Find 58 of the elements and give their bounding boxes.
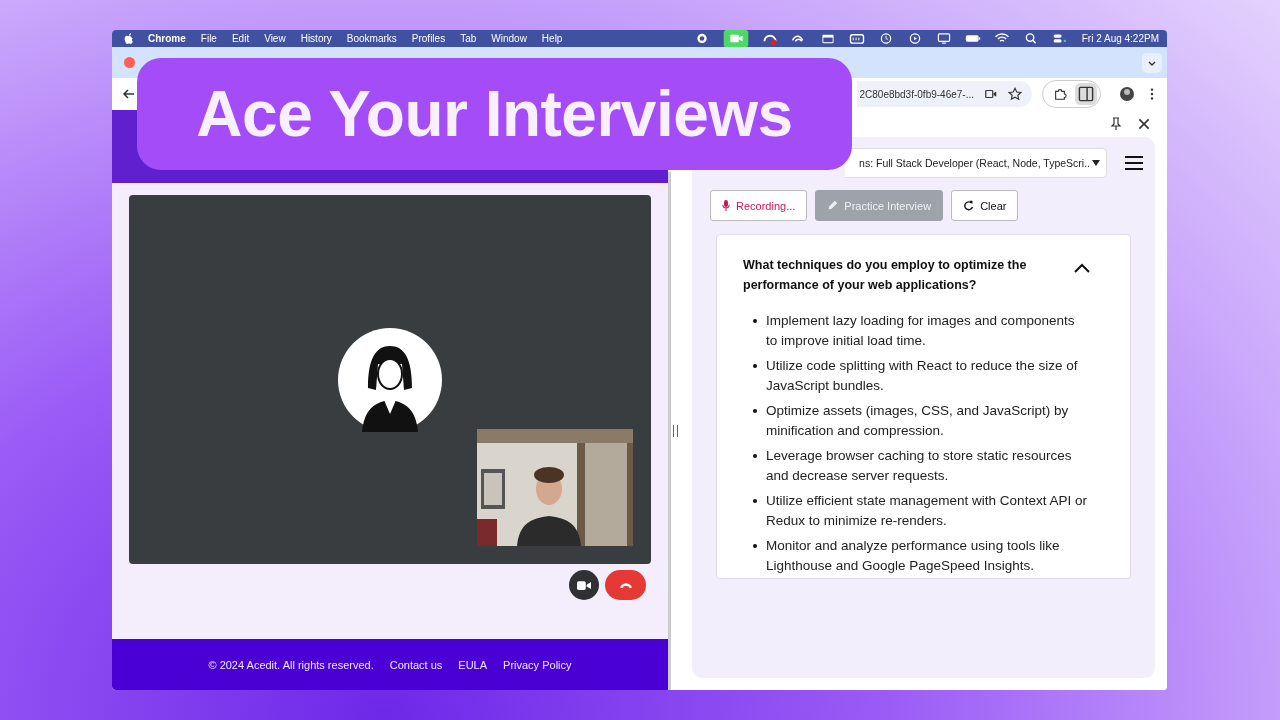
answer-text: Monitor and analyze performance using tools like Lighthouse and Google PageSpeed Insights. [766, 537, 1061, 575]
footer-link[interactable]: Contact us [389, 658, 443, 671]
display-icon[interactable] [935, 32, 952, 45]
window-icon[interactable] [819, 32, 836, 45]
close-icon[interactable] [1137, 116, 1151, 131]
apple-icon[interactable] [124, 32, 134, 45]
microphone-icon [722, 200, 730, 211]
menu-item[interactable]: View [264, 33, 286, 44]
menu-item[interactable]: Tab [460, 33, 477, 44]
puzzle-icon[interactable] [1053, 87, 1067, 101]
footer-link[interactable]: Privacy Policy [503, 658, 572, 671]
keyboard-icon[interactable] [848, 32, 865, 45]
pin-icon[interactable] [1109, 116, 1123, 131]
menu-item[interactable]: History [300, 33, 332, 44]
back-arrow-icon[interactable] [122, 87, 136, 101]
clear-button[interactable]: Clear [951, 190, 1019, 221]
answer-text: Optimize assets (images, CSS, and JavaScript) by minification and compression. [766, 402, 1070, 440]
answer-text: Utilize code splitting with React to reduce the size of JavaScript bundles. [766, 357, 1079, 395]
refresh-icon [963, 200, 975, 211]
menu-item[interactable]: Edit [231, 33, 250, 44]
control-center-icon[interactable] [1051, 32, 1068, 45]
wifi-icon[interactable] [993, 32, 1010, 45]
answer-text: Implement lazy loading for images and components to improve initial load time. [766, 312, 1076, 350]
title-banner: Ace Your Interviews [137, 58, 852, 170]
camera-toggle-button[interactable] [569, 570, 599, 600]
tab-search-button[interactable] [1142, 52, 1162, 73]
battery-icon[interactable] [964, 32, 981, 45]
camera-icon[interactable] [722, 30, 749, 47]
answer-text: Leverage browser caching to store static resources and decrease server requests. [766, 447, 1073, 485]
question-text: What techniques do you employ to optimize the performance of your web applications? [743, 257, 1028, 294]
recording-button[interactable]: Recording... [710, 190, 808, 221]
end-call-button[interactable] [605, 570, 646, 600]
menu-item[interactable]: Chrome [148, 33, 186, 44]
star-icon[interactable] [1008, 87, 1022, 101]
chevron-up-icon[interactable] [1074, 263, 1090, 273]
avatar-icon [338, 327, 442, 432]
copyright-text: © 2024 Acedit. All rights reserved. [208, 658, 374, 671]
menu-item[interactable]: Bookmarks [346, 33, 397, 44]
menu-item[interactable]: File [200, 33, 217, 44]
video-camera-icon [577, 579, 591, 591]
footer-link[interactable]: EULA [458, 658, 488, 671]
answer-text: Utilize efficient state management with Context API or Redux to minimize re-renders. [766, 492, 1088, 530]
role-select[interactable]: ns: Full Stack Developer (React, Node, TypeScri.. [845, 148, 1107, 178]
resize-handle[interactable] [668, 172, 680, 690]
menu-item[interactable]: Help [541, 33, 563, 44]
clock[interactable]: Fri 2 Aug 4:22PM [1081, 33, 1159, 44]
video-camera-icon[interactable] [984, 87, 998, 101]
gauge-icon[interactable] [761, 32, 778, 45]
pencil-icon [827, 200, 839, 211]
phone-icon [618, 581, 633, 589]
side-panel-icon[interactable] [1075, 83, 1097, 105]
caret-icon [1092, 160, 1100, 166]
menu-item[interactable]: Window [491, 33, 527, 44]
menu-icon[interactable] [1125, 156, 1143, 170]
menu-item[interactable]: Profiles [411, 33, 446, 44]
url-text: 2C80e8bd3f-0fb9-46e7-... [859, 88, 974, 100]
profile-avatar-icon[interactable] [1119, 86, 1135, 102]
address-bar[interactable]: 2C80e8bd3f-0fb9-46e7-... [857, 81, 1032, 107]
